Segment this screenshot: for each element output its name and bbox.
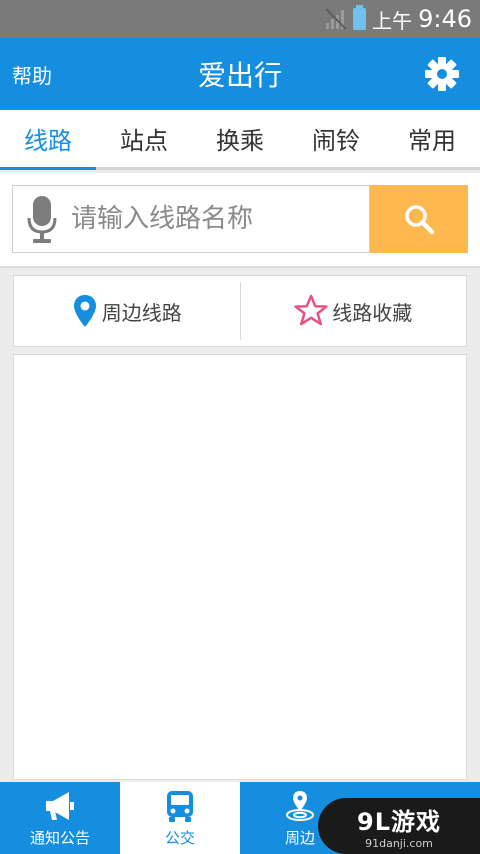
favorite-lines-label: 线路收藏 (332, 300, 413, 325)
watermark-main: 9L游戏 (357, 808, 441, 836)
search-icon (405, 205, 435, 235)
nav-bus[interactable]: 公交 (120, 782, 240, 854)
nearby-lines-label: 周边线路 (101, 300, 182, 325)
tab-stations[interactable]: 站点 (96, 110, 192, 167)
signal-icon (325, 8, 347, 30)
status-ampm: 上午 (372, 8, 413, 33)
search-panel (0, 173, 480, 268)
search-input[interactable] (71, 186, 361, 252)
nav-bus-label: 公交 (164, 828, 195, 847)
bus-icon (167, 790, 193, 822)
tab-frequent[interactable]: 常用 (384, 110, 480, 167)
status-time: 9:46 (418, 5, 472, 33)
location-pin-icon (73, 295, 96, 327)
location-icon (286, 790, 314, 821)
results-list (13, 354, 467, 780)
star-icon (294, 294, 328, 326)
status-icons: 上午 9:46 (325, 0, 472, 38)
tab-lines[interactable]: 线路 (0, 110, 96, 170)
watermark-logo: 9L游戏 91danji.com (318, 798, 480, 854)
nav-notices[interactable]: 通知公告 (0, 782, 120, 854)
tab-alarm[interactable]: 闹铃 (288, 110, 384, 167)
help-button[interactable]: 帮助 (12, 38, 52, 110)
nav-notices-label: 通知公告 (29, 828, 90, 847)
nav-nearby-label: 周边 (284, 828, 315, 847)
app-title: 爱出行 (197, 59, 282, 92)
search-box (12, 185, 370, 253)
tab-transfer[interactable]: 换乘 (192, 110, 288, 167)
microphone-icon[interactable] (27, 196, 57, 244)
quick-actions: 周边线路 线路收藏 (13, 275, 467, 347)
search-button[interactable] (370, 185, 468, 253)
status-bar: 上午 9:46 (0, 0, 480, 38)
gear-icon[interactable] (424, 56, 460, 92)
favorite-lines-button[interactable]: 线路收藏 (239, 282, 467, 340)
battery-icon (353, 5, 367, 30)
watermark-sub: 91danji.com (365, 837, 433, 850)
tab-bar: 线路 站点 换乘 闹铃 常用 (0, 110, 480, 170)
megaphone-icon (46, 791, 74, 820)
app-bar: 帮助 爱出行 (0, 38, 480, 110)
nearby-lines-button[interactable]: 周边线路 (14, 276, 240, 346)
